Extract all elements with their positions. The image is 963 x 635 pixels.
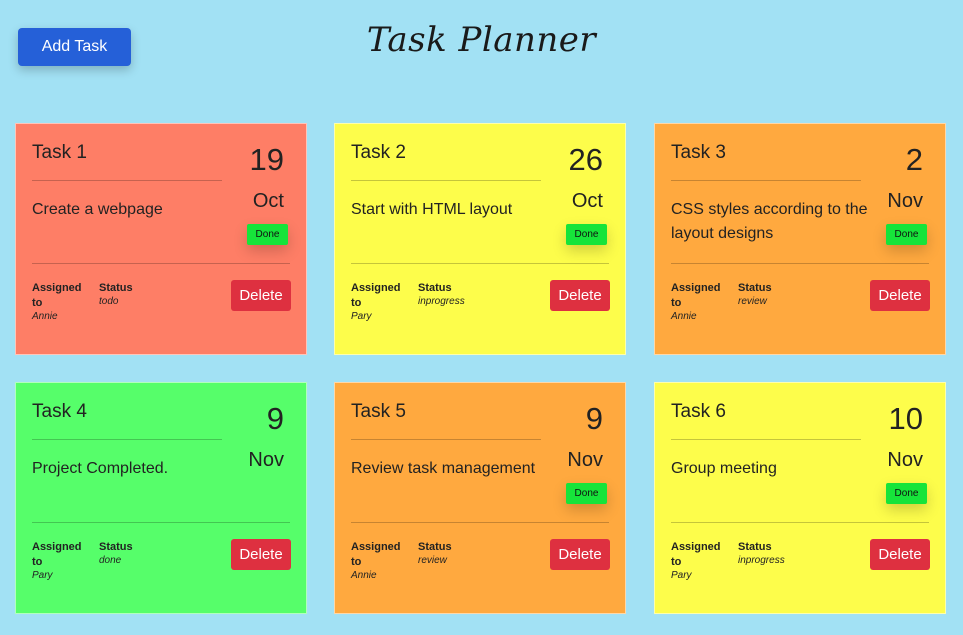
assigned-label: Assigned to bbox=[32, 282, 82, 309]
delete-button[interactable]: Delete bbox=[550, 280, 610, 311]
due-month: Nov bbox=[887, 190, 923, 212]
due-month: Nov bbox=[887, 449, 923, 471]
task-title: Task 3 bbox=[671, 142, 726, 163]
assigned-value: Annie bbox=[351, 570, 377, 581]
task-description: Create a webpage bbox=[32, 201, 163, 218]
task-description: Group meeting bbox=[671, 460, 777, 477]
delete-button[interactable]: Delete bbox=[550, 539, 610, 570]
task-description: CSS styles according to the layout desig… bbox=[671, 201, 868, 242]
status-label: Status bbox=[418, 282, 452, 294]
assigned-label: Assigned to bbox=[351, 541, 401, 568]
assigned-value: Pary bbox=[32, 570, 53, 581]
title-divider bbox=[351, 439, 541, 440]
delete-button[interactable]: Delete bbox=[231, 539, 291, 570]
assigned-label: Assigned to bbox=[351, 282, 401, 309]
title-divider bbox=[32, 180, 222, 181]
footer-divider bbox=[32, 263, 290, 264]
title-divider bbox=[351, 180, 541, 181]
due-month: Nov bbox=[248, 449, 284, 471]
assigned-value: Pary bbox=[671, 570, 692, 581]
due-day: 26 bbox=[568, 142, 603, 177]
due-month: Nov bbox=[567, 449, 603, 471]
assigned-label: Assigned to bbox=[32, 541, 82, 568]
done-button[interactable]: Done bbox=[566, 483, 607, 504]
status-value: done bbox=[99, 555, 122, 566]
status-value: inprogress bbox=[418, 296, 465, 307]
page-title: Task Planner bbox=[366, 20, 597, 60]
task-card: Task 6 Group meeting 10 Nov Done Assigne… bbox=[654, 382, 946, 614]
due-day: 10 bbox=[888, 401, 923, 436]
assigned-value: Annie bbox=[32, 311, 58, 322]
status-label: Status bbox=[418, 541, 452, 553]
due-month: Oct bbox=[252, 190, 284, 212]
assigned-label: Assigned to bbox=[671, 541, 721, 568]
assigned-value: Pary bbox=[351, 311, 372, 322]
footer-divider bbox=[351, 522, 609, 523]
status-value: review bbox=[418, 555, 447, 566]
task-card: Task 1 Create a webpage 19 Oct Done Assi… bbox=[15, 123, 307, 355]
task-description: Review task management bbox=[351, 460, 536, 477]
status-value: review bbox=[738, 296, 767, 307]
due-month: Oct bbox=[571, 190, 603, 212]
task-description: Project Completed. bbox=[32, 460, 169, 477]
task-title: Task 6 bbox=[671, 401, 726, 422]
done-button[interactable]: Done bbox=[886, 224, 927, 245]
task-card: Task 5 Review task management 9 Nov Done… bbox=[334, 382, 626, 614]
status-value: todo bbox=[99, 296, 119, 307]
task-card: Task 3 CSS styles according to the layou… bbox=[654, 123, 946, 355]
delete-button[interactable]: Delete bbox=[870, 539, 930, 570]
done-button[interactable]: Done bbox=[247, 224, 288, 245]
task-description: Start with HTML layout bbox=[351, 201, 513, 218]
due-day: 9 bbox=[585, 401, 603, 436]
title-divider bbox=[32, 439, 222, 440]
task-title: Task 5 bbox=[351, 401, 406, 422]
done-button[interactable]: Done bbox=[566, 224, 607, 245]
footer-divider bbox=[671, 522, 929, 523]
delete-button[interactable]: Delete bbox=[870, 280, 930, 311]
title-divider bbox=[671, 439, 861, 440]
title-divider bbox=[671, 180, 861, 181]
status-value: inprogress bbox=[738, 555, 785, 566]
delete-button[interactable]: Delete bbox=[231, 280, 291, 311]
assigned-value: Annie bbox=[671, 311, 697, 322]
due-day: 2 bbox=[905, 142, 923, 177]
footer-divider bbox=[32, 522, 290, 523]
status-label: Status bbox=[738, 541, 772, 553]
status-label: Status bbox=[99, 282, 133, 294]
due-day: 9 bbox=[266, 401, 284, 436]
footer-divider bbox=[671, 263, 929, 264]
due-day: 19 bbox=[249, 142, 284, 177]
status-label: Status bbox=[99, 541, 133, 553]
task-card: Task 2 Start with HTML layout 26 Oct Don… bbox=[334, 123, 626, 355]
task-title: Task 1 bbox=[32, 142, 87, 163]
task-title: Task 4 bbox=[32, 401, 87, 422]
task-title: Task 2 bbox=[351, 142, 406, 163]
status-label: Status bbox=[738, 282, 772, 294]
assigned-label: Assigned to bbox=[671, 282, 721, 309]
done-button[interactable]: Done bbox=[886, 483, 927, 504]
task-card: Task 4 Project Completed. 9 Nov Assigned… bbox=[15, 382, 307, 614]
footer-divider bbox=[351, 263, 609, 264]
